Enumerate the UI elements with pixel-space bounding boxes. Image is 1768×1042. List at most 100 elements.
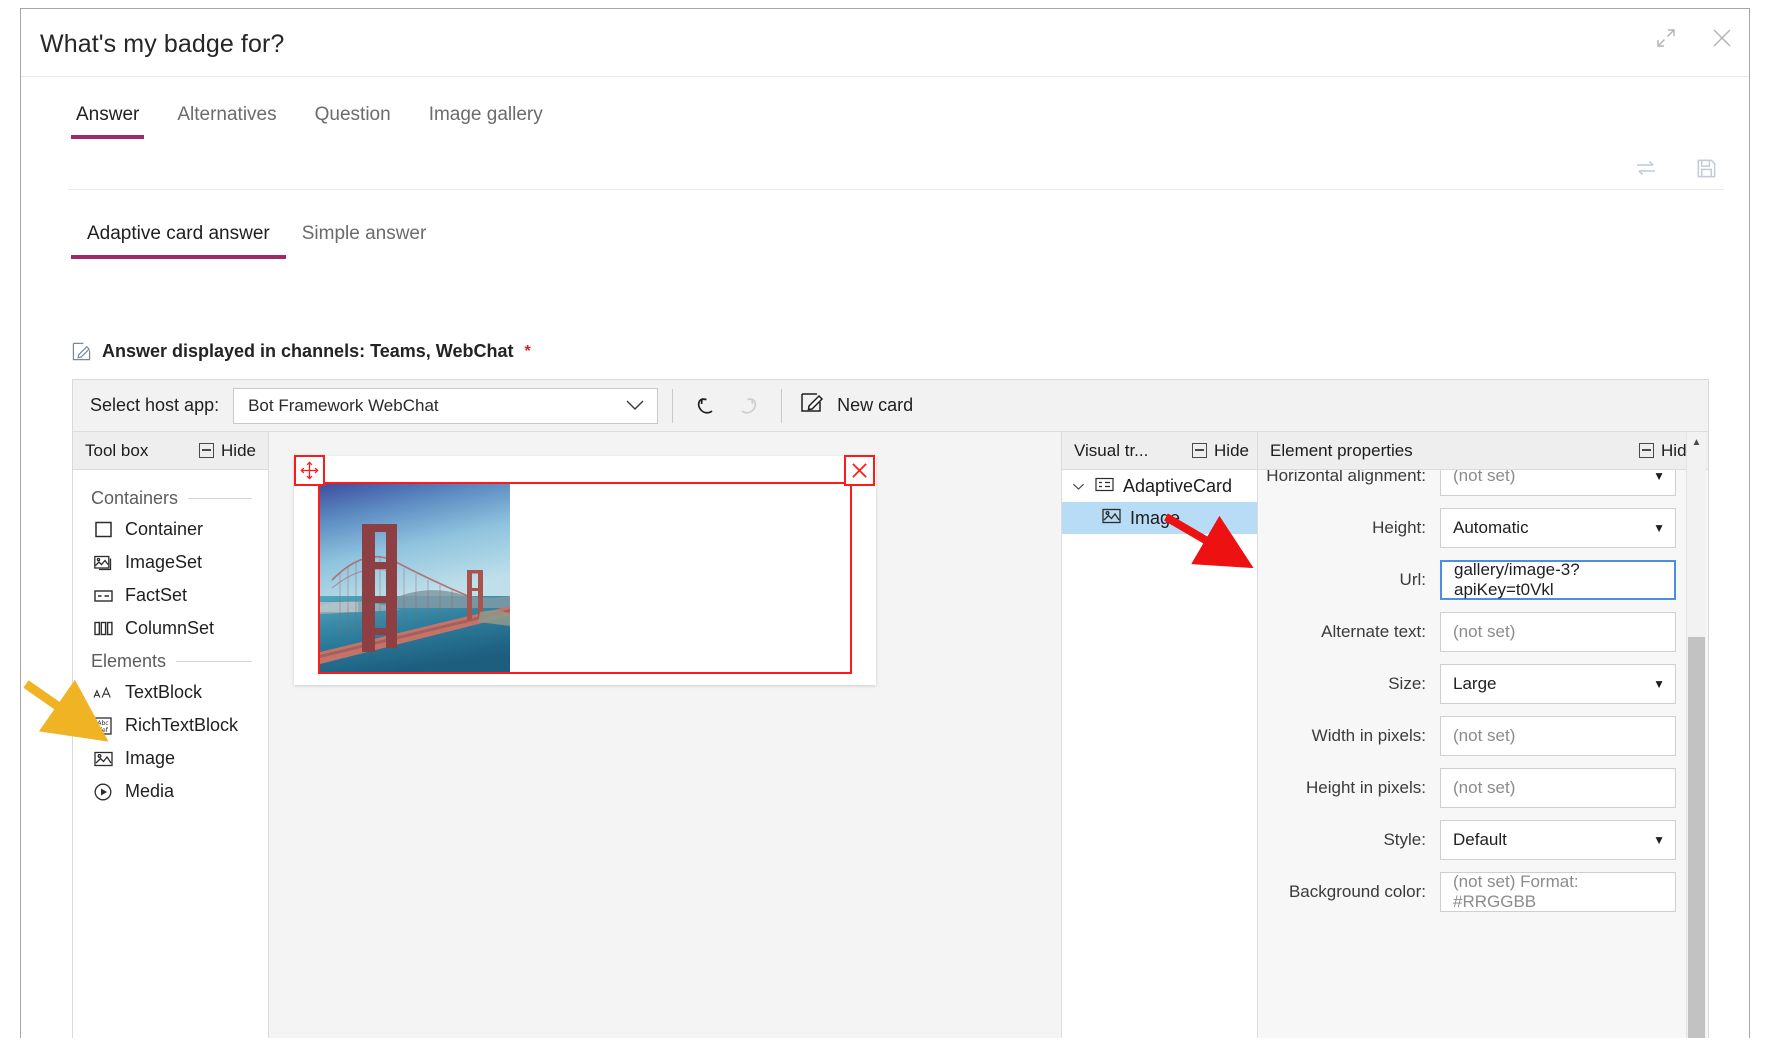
new-card-label: New card [837,395,914,415]
group-rule [176,661,252,662]
element-properties-header: Element properties Hide [1258,432,1708,470]
svg-text:def: def [98,727,109,734]
tree-node-image[interactable]: Image [1062,502,1257,534]
size-select[interactable]: Large ▼ [1440,664,1676,704]
toolbox-item-columnset[interactable]: ColumnSet [73,612,268,645]
prop-value: (not set) [1453,778,1516,797]
prop-label: Width in pixels: [1311,726,1426,746]
prop-row-background-color: Background color: (not set) Format: #RRG… [1258,866,1686,918]
prop-row-alternate-text: Alternate text: (not set) [1258,606,1686,658]
alternate-text-input[interactable]: (not set) [1440,612,1676,652]
horizontal-alignment-select[interactable]: (not set) ▼ [1440,470,1676,496]
element-properties-scrollbar[interactable]: ▲ [1686,432,1706,1038]
toolbox-item-label: Container [125,519,204,539]
toolbox-group-elements: Elements [73,645,268,676]
toolbox-item-media[interactable]: Media [73,775,268,808]
url-input[interactable]: gallery/image-3?apiKey=t0Vkl [1440,560,1676,600]
background-color-input[interactable]: (not set) Format: #RRGGBB [1440,872,1676,912]
channels-label: Answer displayed in channels: Teams, Web… [102,341,514,361]
expand-icon[interactable] [1649,21,1683,55]
toolbox-item-richtextblock[interactable]: Abc def RichTextBlock [73,709,268,742]
visual-tree-hide-button[interactable]: Hide [1192,441,1249,461]
dialog-titlebar: What's my badge for? [21,9,1749,77]
delete-x-icon[interactable] [844,455,875,486]
scrollbar-thumb[interactable] [1688,637,1705,1038]
style-select[interactable]: Default ▼ [1440,820,1676,860]
toolbox-header: Tool box Hide [73,432,268,470]
tree-node-adaptivecard[interactable]: AdaptiveCard [1062,470,1257,502]
scroll-up-arrow-icon[interactable]: ▲ [1687,432,1706,452]
swap-icon[interactable] [1629,151,1663,185]
primary-tabs: Answer Alternatives Question Image galle… [21,77,1749,139]
adaptive-card-canvas[interactable] [294,455,876,685]
toolbox-item-label: TextBlock [125,682,203,702]
width-in-pixels-input[interactable]: (not set) [1440,716,1676,756]
toolbox-item-textblock[interactable]: TextBlock [73,676,268,709]
prop-row-url: Url: gallery/image-3?apiKey=t0Vkl [1258,554,1686,606]
host-app-value: Bot Framework WebChat [248,395,439,415]
toolbox-hide-button[interactable]: Hide [199,441,256,461]
save-icon[interactable] [1689,151,1723,185]
column-set-icon [93,619,113,639]
visual-tree-hide-label: Hide [1214,440,1249,460]
height-in-pixels-input[interactable]: (not set) [1440,768,1676,808]
card-editor: Select host app: Bot Framework WebChat N… [72,379,1709,1038]
undo-icon[interactable] [687,386,727,426]
prop-value: Large [1453,674,1497,693]
prop-row-style: Style: Default ▼ [1258,814,1686,866]
toolbox-item-label: ImageSet [125,552,203,572]
prop-value: gallery/image-3?apiKey=t0Vkl [1454,560,1580,599]
toolbox-item-image[interactable]: Image [73,742,268,775]
collapse-icon [199,443,215,458]
toolbox-item-label: Media [125,781,175,801]
image-icon [1102,508,1121,529]
card-preview-pane[interactable] [269,432,1062,1038]
tab-image-gallery[interactable]: Image gallery [410,104,562,139]
prop-row-size: Size: Large ▼ [1258,658,1686,710]
prop-value: (not set) [1453,470,1516,485]
tab-question[interactable]: Question [296,104,410,139]
toolbox-title: Tool box [85,440,149,460]
chevron-down-icon: ▼ [1653,521,1665,535]
toolbox-item-imageset[interactable]: ImageSet [73,546,268,579]
redo-icon[interactable] [727,386,767,426]
visual-tree-pane: Visual tr... Hide AdaptiveCard Image [1062,432,1258,1038]
media-play-icon [93,782,113,802]
close-icon[interactable] [1705,21,1739,55]
prop-value: Automatic [1453,518,1529,537]
tab-simple-answer[interactable]: Simple answer [286,223,443,259]
tab-answer[interactable]: Answer [57,104,158,139]
channels-line: Answer displayed in channels: Teams, Web… [72,341,531,362]
chevron-down-icon [625,396,645,416]
chevron-down-icon[interactable] [1072,482,1086,491]
editor-panes: Tool box Hide Containers Container Image… [73,432,1708,1038]
divider [68,189,1724,190]
toolbox-item-label: ColumnSet [125,618,215,638]
toolbox-item-label: FactSet [125,585,188,605]
required-marker: * [524,342,531,360]
text-block-icon [93,683,113,703]
page-title: What's my badge for? [40,30,285,58]
collapse-icon [1192,443,1208,458]
host-app-label: Select host app: [90,395,220,415]
adaptive-card-icon [1095,476,1114,497]
height-select[interactable]: Automatic ▼ [1440,508,1676,548]
prop-row-height: Height: Automatic ▼ [1258,502,1686,554]
chevron-down-icon: ▼ [1653,833,1665,847]
host-app-select[interactable]: Bot Framework WebChat [233,387,659,424]
move-icon[interactable] [294,455,325,486]
toolbox-item-container[interactable]: Container [73,513,268,546]
toolbar-separator-2 [781,388,783,423]
prop-row-width-in-pixels: Width in pixels: (not set) [1258,710,1686,762]
collapse-icon [1639,443,1655,458]
tab-adaptive-card-answer[interactable]: Adaptive card answer [71,223,286,259]
new-card-button[interactable]: New card [800,390,913,421]
prop-row-height-in-pixels: Height in pixels: (not set) [1258,762,1686,814]
toolbox-item-label: RichTextBlock [125,715,239,735]
toolbox-item-label: Image [125,748,176,768]
prop-value: Default [1453,830,1507,849]
toolbox-item-factset[interactable]: FactSet [73,579,268,612]
tab-alternatives[interactable]: Alternatives [158,104,295,139]
prop-value: (not set) [1453,622,1516,641]
golden-gate-bridge-photo[interactable] [320,484,510,672]
